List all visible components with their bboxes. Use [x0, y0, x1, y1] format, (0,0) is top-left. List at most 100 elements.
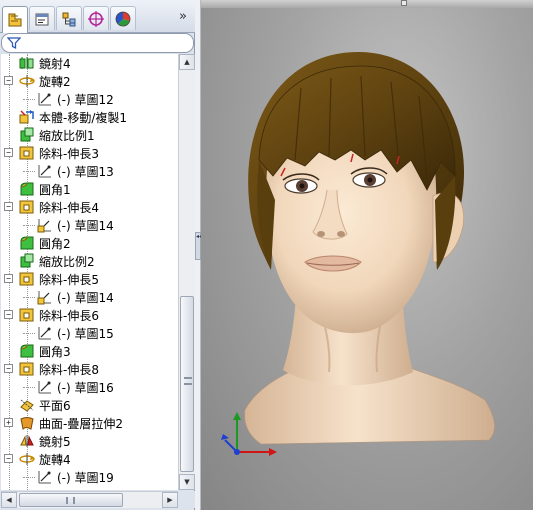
tree-item[interactable]: 平面6	[1, 396, 178, 414]
tree-item-label: 旋轉2	[39, 75, 71, 89]
surface-loft-icon	[19, 415, 35, 431]
extruded-cut-icon	[19, 271, 35, 287]
tree-connector	[23, 297, 35, 298]
tab-configuration-manager[interactable]	[56, 6, 82, 30]
extruded-cut-icon	[19, 361, 35, 377]
manager-tab-bar: »	[0, 0, 195, 33]
tree-item[interactable]: (-) 草圖14	[1, 288, 178, 306]
scale-feature-icon	[19, 127, 35, 143]
nostril	[337, 231, 345, 237]
plane-icon	[19, 397, 35, 413]
tree-item[interactable]: − 除料-伸長3	[1, 144, 178, 162]
tree-connector	[23, 99, 35, 100]
tab-overflow-button[interactable]: »	[175, 9, 191, 25]
property-manager-icon	[35, 13, 49, 25]
sketch-icon	[37, 379, 53, 395]
tab-dimxpert-manager[interactable]	[83, 6, 109, 30]
collapse-toggle[interactable]: −	[4, 76, 13, 85]
tree-item-label: (-) 草圖16	[57, 381, 114, 395]
collapse-toggle[interactable]: −	[4, 202, 13, 211]
tree-item-label: (-) 草圖13	[57, 165, 114, 179]
tree-item-label: (-) 草圖14	[57, 219, 114, 233]
collapse-toggle[interactable]: −	[4, 148, 13, 157]
horizontal-scroll-thumb[interactable]	[19, 493, 123, 507]
mirror-body-icon	[19, 433, 35, 449]
tree-item[interactable]: (-) 草圖16	[1, 378, 178, 396]
tree-connector	[23, 387, 35, 388]
tree-item[interactable]: (-) 草圖12	[1, 90, 178, 108]
display-manager-icon	[115, 11, 131, 26]
scroll-up-button[interactable]: ▲	[179, 54, 195, 70]
fillet-feature-icon	[19, 343, 35, 359]
tree-item-label: 曲面-疊層拉伸2	[39, 417, 123, 431]
sketch-icon	[37, 325, 53, 341]
tree-connector	[23, 171, 35, 172]
tab-property-manager[interactable]	[29, 6, 55, 30]
configuration-manager-icon	[62, 12, 76, 26]
tree-item[interactable]: − 旋轉2	[1, 72, 178, 90]
scroll-left-button[interactable]: ◀	[1, 492, 17, 508]
tree-item[interactable]: − 旋轉4	[1, 450, 178, 468]
tree-filter-field[interactable]	[1, 33, 194, 53]
tree-item[interactable]: 縮放比例1	[1, 126, 178, 144]
scroll-right-button[interactable]: ▶	[162, 492, 178, 508]
dimxpert-manager-icon	[88, 10, 104, 27]
sketch-icon	[37, 469, 53, 485]
scrollbar-corner	[178, 491, 195, 508]
tree-item[interactable]: − 除料-伸長8	[1, 360, 178, 378]
collapse-toggle[interactable]: −	[4, 364, 13, 373]
tree-item-label: 圓角2	[39, 237, 71, 251]
tree-item-label: (-) 草圖14	[57, 291, 114, 305]
tree-item-label: 縮放比例1	[39, 129, 95, 143]
revolve-feature-icon	[19, 451, 35, 467]
scale-feature-icon	[19, 253, 35, 269]
tree-item[interactable]: + 曲面-疊層拉伸2	[1, 414, 178, 432]
right-pupil	[367, 177, 373, 183]
move-copy-body-icon	[19, 109, 35, 125]
tree-item[interactable]: (-) 草圖19	[1, 468, 178, 486]
tree-item[interactable]: − 除料-伸長5	[1, 270, 178, 288]
tree-connector	[23, 225, 35, 226]
head-model[interactable]	[201, 0, 533, 510]
tree-item[interactable]: (-) 草圖15	[1, 324, 178, 342]
graphics-viewport[interactable]	[201, 0, 533, 510]
shared-sketch-icon	[37, 289, 53, 305]
tree-item[interactable]: 鏡射5	[1, 432, 178, 450]
tree-item[interactable]: 圓角2	[1, 234, 178, 252]
tree-item[interactable]: 圓角1	[1, 180, 178, 198]
tab-display-manager[interactable]	[110, 6, 136, 30]
tree-horizontal-scrollbar[interactable]: ◀ ▶	[1, 491, 178, 508]
tree-item[interactable]: 本體-移動/複製1	[1, 108, 178, 126]
collapse-toggle[interactable]: −	[4, 454, 13, 463]
tree-item-label: (-) 草圖15	[57, 327, 114, 341]
tab-feature-manager[interactable]	[2, 6, 28, 33]
feature-manager-icon	[8, 13, 22, 27]
tree-item[interactable]: − 除料-伸長4	[1, 198, 178, 216]
extruded-cut-icon	[19, 145, 35, 161]
tree-item[interactable]: (-) 草圖13	[1, 162, 178, 180]
filter-icon	[7, 37, 21, 50]
tree-item[interactable]: − 除料-伸長6	[1, 306, 178, 324]
sketch-icon	[37, 163, 53, 179]
tree-item-label: 除料-伸長4	[39, 201, 99, 215]
feature-manager-panel: » 鏡射4 − 旋轉2 (-) 草圖12 本體-移動/複製1 縮放比例1 − 除料-伸長3 (-…	[0, 0, 195, 510]
tree-item[interactable]: 鏡射4	[1, 54, 178, 72]
tree-item[interactable]: (-) 草圖14	[1, 216, 178, 234]
collapse-toggle[interactable]: −	[4, 310, 13, 319]
tree-item-label: (-) 草圖12	[57, 93, 114, 107]
tree-item-label: 除料-伸長8	[39, 363, 99, 377]
tree-item[interactable]: 縮放比例2	[1, 252, 178, 270]
scroll-grip-icon	[184, 377, 192, 385]
tree-connector	[23, 477, 35, 478]
triad-y-arrow	[233, 412, 241, 420]
vertical-scroll-thumb[interactable]	[180, 296, 194, 472]
scroll-down-button[interactable]: ▼	[179, 474, 195, 490]
tree-item[interactable]: 圓角3	[1, 342, 178, 360]
shared-sketch-icon	[37, 217, 53, 233]
tree-item-label: 圓角3	[39, 345, 71, 359]
expand-toggle[interactable]: +	[4, 418, 13, 427]
revolve-feature-icon	[19, 73, 35, 89]
feature-tree[interactable]: 鏡射4 − 旋轉2 (-) 草圖12 本體-移動/複製1 縮放比例1 − 除料-伸長3 (-) …	[1, 54, 178, 490]
collapse-toggle[interactable]: −	[4, 274, 13, 283]
tree-vertical-scrollbar[interactable]: ▲ ▼	[178, 54, 195, 490]
